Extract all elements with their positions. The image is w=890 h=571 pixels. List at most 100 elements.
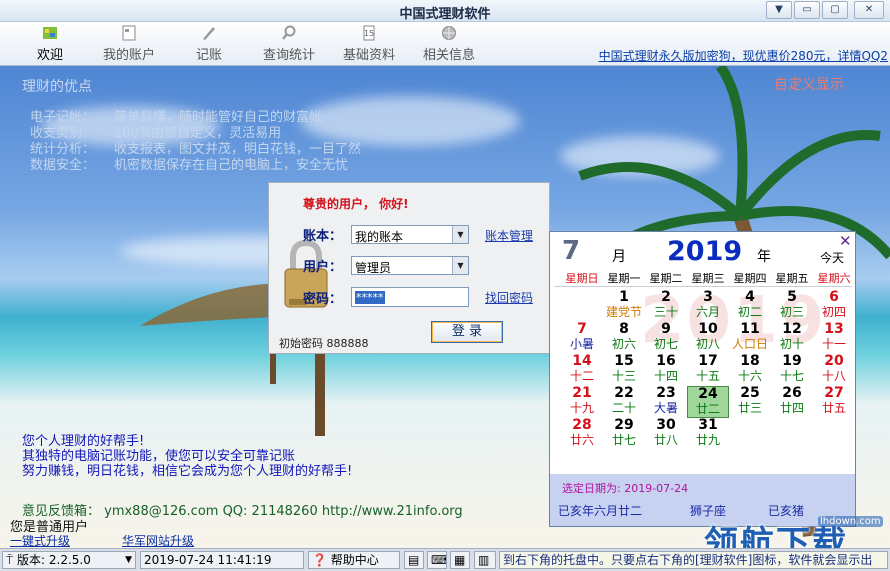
- account-book-select[interactable]: 我的账本 ▼: [351, 225, 469, 244]
- calendar-year[interactable]: 2019: [667, 236, 742, 267]
- site-upgrade-link[interactable]: 华军网站升级: [122, 532, 194, 548]
- calendar-day-selected[interactable]: 24 廿二: [687, 386, 729, 418]
- calendar-day[interactable]: 8 初六: [603, 322, 645, 354]
- calendar-day[interactable]: 6 初四: [813, 290, 855, 322]
- calendar-day-number: 14: [572, 353, 592, 369]
- user-select[interactable]: 管理员 ▼: [351, 256, 469, 275]
- calendar-day[interactable]: 19 十七: [771, 354, 813, 386]
- chevron-down-icon[interactable]: ▼: [452, 257, 468, 274]
- calendar-day[interactable]: 12 初十: [771, 322, 813, 354]
- minimize-button[interactable]: ▭: [794, 1, 820, 19]
- calendar-day[interactable]: 23 大暑: [645, 386, 687, 418]
- toolbar-welcome[interactable]: 欢迎: [32, 24, 68, 64]
- calendar-day-number: 2: [661, 289, 671, 305]
- status-bar: ⍑ 版本: 2.2.5.0 ▼ 2019-07-24 11:41:19 ❓ 帮助…: [0, 548, 890, 571]
- keyboard-icon-button[interactable]: ⌨: [427, 551, 447, 569]
- calendar-lunar-label: 大暑: [653, 401, 678, 415]
- calendar-day[interactable]: 10 初八: [687, 322, 729, 354]
- window-icon-button[interactable]: ▤: [404, 551, 424, 569]
- calendar-day[interactable]: 22 二十: [603, 386, 645, 418]
- calendar-day-number: 31: [698, 417, 718, 433]
- toolbar-welcome-label: 欢迎: [36, 48, 63, 63]
- calendar-day[interactable]: 7 小暑: [561, 322, 603, 354]
- calculator-icon-button[interactable]: ▦: [450, 551, 470, 569]
- datetime-display: 2019-07-24 11:41:19: [140, 551, 304, 569]
- calendar-day-number: 22: [614, 385, 634, 401]
- menu-dropdown-button[interactable]: ▼: [766, 1, 792, 19]
- maximize-button[interactable]: ▢: [822, 1, 848, 19]
- chart-icon-button[interactable]: ▥: [474, 551, 496, 569]
- calendar-day[interactable]: 21 十九: [561, 386, 603, 418]
- calendar-day[interactable]: 9 初七: [645, 322, 687, 354]
- calendar-today-button[interactable]: 今天: [820, 249, 844, 266]
- advantages-title: 理财的优点: [22, 79, 92, 95]
- status-tip: 到右下角的托盘中。只要点右下角的[理财软件]图标，软件就会显示出: [499, 551, 888, 569]
- toolbar-bookkeeping[interactable]: 记账: [192, 24, 226, 64]
- chevron-down-icon[interactable]: ▼: [125, 552, 132, 568]
- calendar-day[interactable]: 25 廿三: [729, 386, 771, 418]
- calendar-day-number: 29: [614, 417, 634, 433]
- calendar-day[interactable]: 2 三十: [645, 290, 687, 322]
- calendar-lunar-label: 十八: [821, 369, 846, 383]
- calendar-lunar-label: 小暑: [569, 337, 594, 351]
- toolbar-related-info[interactable]: 相关信息: [418, 24, 480, 64]
- toolbar-base-data[interactable]: 15 基础资料: [338, 24, 400, 64]
- calendar-day[interactable]: 14 十二: [561, 354, 603, 386]
- calendar-lunar-label: 初八: [695, 337, 720, 351]
- calendar-day-number: 7: [577, 321, 587, 337]
- calendar-lunar-label: 人口日: [731, 337, 768, 351]
- calendar-day[interactable]: 20 十八: [813, 354, 855, 386]
- one-click-upgrade-link[interactable]: 一键式升级: [10, 532, 70, 548]
- custom-show-link[interactable]: 自定义显示: [774, 74, 844, 94]
- calendar-day-number: 16: [656, 353, 676, 369]
- calendar-day[interactable]: 29 廿七: [603, 418, 645, 450]
- advantage-text: 机密数据保存在自己的电脑上，安全无忧: [114, 158, 349, 173]
- calendar-day[interactable]: 1 建党节: [603, 290, 645, 322]
- calendar-day-number: 28: [572, 417, 592, 433]
- calendar-month[interactable]: 7: [562, 236, 580, 266]
- account-book-manage-link[interactable]: 账本管理: [485, 227, 533, 244]
- calendar-lunar-label: 二十: [611, 401, 636, 415]
- calendar-day[interactable]: 11 人口日: [729, 322, 771, 354]
- chevron-down-icon[interactable]: ▼: [452, 226, 468, 243]
- help-center-label: 帮助中心: [330, 553, 379, 567]
- calendar-lunar-label: 初三: [779, 305, 804, 319]
- toolbar-my-account[interactable]: 我的账户: [98, 24, 160, 64]
- promo-link[interactable]: 中国式理财永久版加密狗，现优惠价280元，详情QQ2: [599, 47, 888, 64]
- calendar-day[interactable]: 4 初二: [729, 290, 771, 322]
- calendar-day[interactable]: 13 十一: [813, 322, 855, 354]
- close-button[interactable]: ✕: [854, 1, 884, 19]
- user-value: 管理员: [355, 261, 392, 275]
- calendar-day[interactable]: 28 廿六: [561, 418, 603, 450]
- login-button[interactable]: 登 录: [431, 321, 503, 343]
- calendar-day[interactable]: 31 廿九: [687, 418, 729, 450]
- calendar-lunar-label: 十二: [569, 369, 594, 383]
- calendar-lunar-label: 六月: [695, 305, 720, 319]
- version-select[interactable]: ⍑ 版本: 2.2.5.0 ▼: [2, 551, 136, 569]
- calendar-lunar-label: 十九: [569, 401, 594, 415]
- calendar-lunar-label: 十五: [695, 369, 720, 383]
- calendar-day[interactable]: 3 六月: [687, 290, 729, 322]
- weekday-header: 星期日: [565, 272, 599, 285]
- calendar-day[interactable]: 27 廿五: [813, 386, 855, 418]
- advantage-key: 数据安全：: [30, 158, 96, 173]
- account-book-label: 账本：: [303, 229, 343, 244]
- calendar-day[interactable]: 30 廿八: [645, 418, 687, 450]
- calendar-lunar-label: 三十: [653, 305, 678, 319]
- calendar-day-number: 1: [619, 289, 629, 305]
- calendar-day[interactable]: 17 十五: [687, 354, 729, 386]
- calendar-day[interactable]: 26 廿四: [771, 386, 813, 418]
- calendar-day[interactable]: 5 初三: [771, 290, 813, 322]
- recover-password-link[interactable]: 找回密码: [485, 289, 533, 306]
- toolbar-my-account-label: 我的账户: [102, 48, 155, 63]
- password-field[interactable]: *****: [351, 287, 469, 307]
- toolbar-query-stats[interactable]: 查询统计: [258, 24, 320, 64]
- help-center-button[interactable]: ❓ 帮助中心: [308, 551, 400, 569]
- antenna-icon: ⍑: [6, 553, 14, 567]
- calendar-day[interactable]: 16 十四: [645, 354, 687, 386]
- calendar-close-icon[interactable]: ✕: [839, 232, 852, 250]
- calendar-year-label: 年: [757, 249, 771, 265]
- calendar-day[interactable]: 18 十六: [729, 354, 771, 386]
- calendar-day-number: 11: [740, 321, 760, 337]
- calendar-day[interactable]: 15 十三: [603, 354, 645, 386]
